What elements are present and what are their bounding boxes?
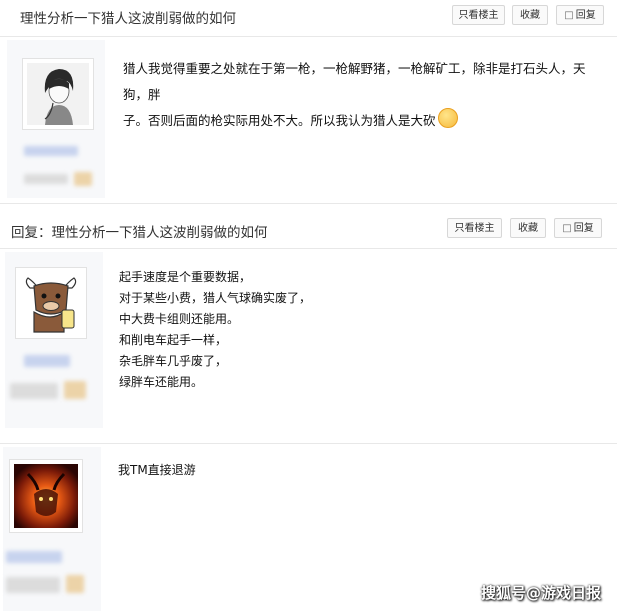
- favorite-button[interactable]: 收藏: [510, 218, 546, 238]
- content-line: 绿胖车还能用。: [119, 375, 204, 389]
- post-title: 回复：理性分析一下猎人这波削弱做的如何: [11, 225, 268, 241]
- post-title: 理性分析一下猎人这波削弱做的如何: [20, 11, 236, 27]
- username-blurred[interactable]: [24, 146, 78, 156]
- post-content: 猎人我觉得重要之处就在于第一枪，一枪解野猪，一枪解矿工，除非是打石头人，天狗，胖…: [123, 56, 593, 134]
- reply-button[interactable]: □ 回复: [556, 5, 604, 25]
- speech-bubble-icon: □: [562, 223, 572, 234]
- content-line: 和削电车起手一样，: [119, 333, 228, 347]
- avatar[interactable]: [9, 459, 83, 533]
- divider: [0, 248, 617, 249]
- username-blurred[interactable]: [24, 355, 70, 367]
- reply-button-label: 回复: [573, 223, 594, 234]
- avatar[interactable]: [15, 267, 87, 339]
- content-line: 猎人我觉得重要之处就在于第一枪，一枪解野猪，一枪解矿工，除非是打石头人，天狗，胖: [123, 61, 586, 102]
- divider: [0, 443, 617, 444]
- avatar-image: [14, 464, 78, 528]
- user-badge-blurred: [66, 575, 84, 593]
- user-level-blurred: [10, 383, 58, 399]
- avatar[interactable]: [22, 58, 94, 130]
- content-line: 杂毛胖车几乎废了，: [119, 354, 228, 368]
- username-blurred[interactable]: [6, 551, 62, 563]
- watermark-text: 搜狐号@游戏日报: [480, 584, 601, 602]
- speech-bubble-icon: □: [564, 10, 574, 21]
- avatar-image: [20, 272, 82, 334]
- divider: [0, 203, 617, 204]
- content-line: 我TM直接退游: [118, 463, 196, 477]
- user-level-blurred: [24, 174, 68, 184]
- content-line: 中大费卡组则还能用。: [119, 312, 240, 326]
- post-content: 起手速度是个重要数据， 对于某些小费，猎人气球确实废了， 中大费卡组则还能用。 …: [119, 267, 519, 393]
- user-level-blurred: [6, 577, 60, 593]
- pensive-face-emoji-icon: [437, 107, 458, 128]
- only-op-button[interactable]: 只看楼主: [447, 218, 502, 238]
- only-op-button[interactable]: 只看楼主: [452, 5, 505, 25]
- user-badge-blurred: [74, 172, 92, 186]
- post-content: 我TM直接退游: [118, 460, 418, 481]
- avatar-image: [27, 63, 89, 125]
- content-line: 起手速度是个重要数据，: [119, 270, 252, 284]
- favorite-button[interactable]: 收藏: [512, 5, 548, 25]
- user-badge-blurred: [64, 381, 86, 399]
- content-line: 对于某些小费，猎人气球确实废了，: [119, 291, 312, 305]
- reply-button-label: 回复: [575, 10, 596, 21]
- content-line-2: 子。否则后面的枪实际用处不大。所以我认为猎人是大砍: [123, 107, 593, 134]
- reply-button[interactable]: □ 回复: [554, 218, 602, 238]
- divider: [0, 36, 617, 37]
